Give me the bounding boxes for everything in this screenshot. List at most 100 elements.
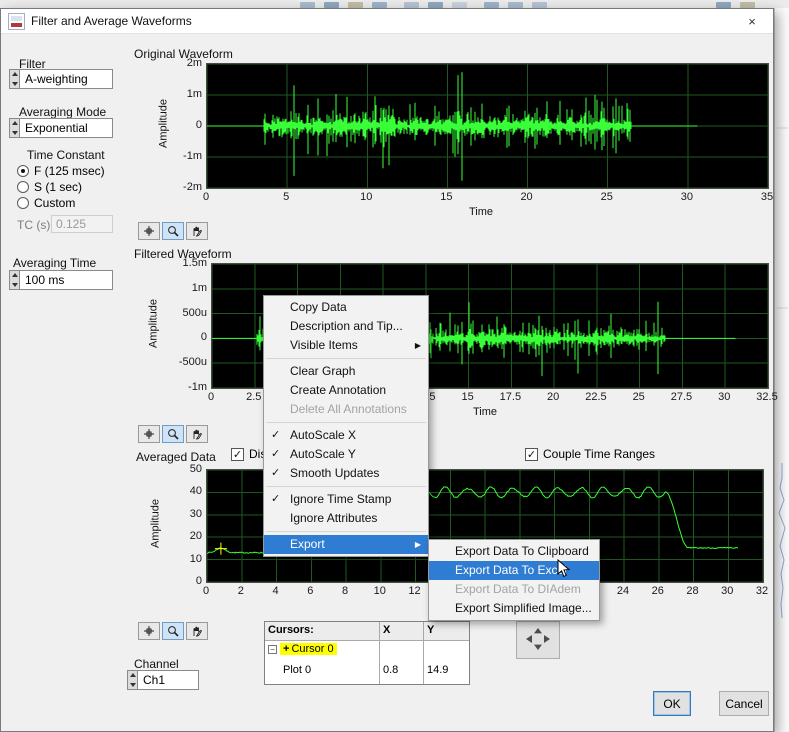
plot-name: Plot 0 [265, 662, 380, 684]
y-axis-tick-label: 0 [200, 331, 207, 344]
averaging-mode-value[interactable]: Exponential [20, 118, 113, 138]
y-axis-tick-label: 1m [191, 281, 207, 294]
x-axis-tick-label: 27.5 [670, 391, 693, 403]
y-axis-tick-label: 1.5m [182, 257, 207, 269]
radio-dot[interactable] [17, 164, 29, 177]
x-axis-tick-label: 0 [202, 191, 210, 203]
filter-value[interactable]: A-weighting [20, 69, 113, 89]
pan-tool-icon[interactable] [186, 425, 208, 443]
cursor-legend-header: Cursors: [265, 622, 380, 641]
menu-item-ignore-attributes[interactable]: Ignore Attributes [264, 509, 428, 528]
menu-item-copy-data[interactable]: Copy Data [264, 298, 428, 317]
menu-item-description-and-tip[interactable]: Description and Tip... [264, 317, 428, 336]
menu-item-autoscale-y[interactable]: ✓ AutoScale Y [264, 445, 428, 464]
pan-tool-icon[interactable] [186, 622, 208, 640]
menu-item-visible-items[interactable]: Visible Items ▶ [264, 336, 428, 355]
filter-dropdown[interactable]: A-weighting [9, 69, 113, 89]
menu-item-label: Export Simplified Image... [455, 601, 592, 615]
display-checkbox-box[interactable]: ✓ [231, 447, 244, 461]
y-axis-tick-label: 0 [195, 119, 202, 131]
zoom-tool-icon[interactable] [162, 622, 184, 640]
averaging-mode-label: Averaging Mode [19, 105, 107, 119]
menu-item-label: Export [290, 537, 325, 551]
averaging-time-spinner[interactable] [9, 270, 20, 290]
menu-item-smooth-updates[interactable]: ✓ Smooth Updates [264, 464, 428, 483]
graph3-toolbar [138, 622, 208, 640]
dialog-titlebar[interactable]: Filter and Average Waveforms × [1, 9, 773, 34]
y-axis-tick-label: 50 [189, 463, 202, 475]
x-axis-tick-label: 25 [600, 191, 613, 203]
background-waveform-fragment [777, 127, 788, 619]
background-window-strip [774, 8, 789, 732]
original-waveform-plot[interactable] [206, 63, 769, 189]
couple-checkbox-label: Couple Time Ranges [543, 447, 656, 461]
averaging-mode-spinner[interactable] [9, 118, 20, 138]
cursor-tool-icon[interactable] [138, 425, 160, 443]
radio-f-125-msec[interactable]: F (125 msec) [17, 163, 105, 178]
menu-item-export-data-to-clipboard[interactable]: Export Data To Clipboard [429, 542, 599, 561]
y-axis-tick-label: 30 [189, 507, 202, 520]
graph2-ylabel: Amplitude [147, 299, 160, 348]
graph-cursor-marker [214, 542, 227, 555]
radio-custom[interactable]: Custom [17, 195, 75, 210]
x-axis-tick-label: 17.5 [499, 391, 522, 403]
menu-item-clear-graph[interactable]: Clear Graph [264, 362, 428, 381]
checkmark-icon: ✓ [271, 429, 281, 441]
cursor-tool-icon[interactable] [138, 222, 160, 240]
zoom-tool-icon[interactable] [162, 222, 184, 240]
menu-item-ignore-time-stamp[interactable]: ✓ Ignore Time Stamp [264, 490, 428, 509]
channel-value[interactable]: Ch1 [138, 670, 199, 690]
zoom-tool-icon[interactable] [162, 425, 184, 443]
radio-dot[interactable] [17, 196, 29, 209]
averaging-time-value[interactable]: 100 ms [20, 270, 113, 290]
cursor-move-pad-button[interactable] [516, 621, 560, 659]
channel-label: Channel [134, 657, 179, 671]
graph1-toolbar [138, 222, 208, 240]
menu-item-delete-all-annotations: Delete All Annotations [264, 400, 428, 419]
graph2-toolbar [138, 425, 208, 443]
y-axis-tick-label: -500u [178, 356, 207, 369]
menu-item-export[interactable]: Export ▶ [264, 535, 428, 554]
y-axis-tick-label: 20 [189, 530, 202, 543]
menu-separator [266, 531, 426, 532]
couple-time-ranges-checkbox[interactable]: ✓ Couple Time Ranges [525, 447, 655, 461]
channel-dropdown[interactable]: Ch1 [127, 670, 199, 690]
menu-item-create-annotation[interactable]: Create Annotation [264, 381, 428, 400]
cursor-x-value: 0.8 [380, 662, 424, 684]
averaging-mode-dropdown[interactable]: Exponential [9, 118, 113, 138]
couple-checkbox-box[interactable]: ✓ [525, 447, 538, 461]
filter-and-average-waveforms-dialog: Filter and Average Waveforms × Filter A-… [0, 8, 778, 732]
radio-s-1-sec[interactable]: S (1 sec) [17, 179, 82, 194]
plot-row[interactable]: Plot 0 0.8 14.9 [265, 662, 469, 684]
cursor-name-highlight[interactable]: + Cursor 0 [280, 643, 337, 655]
cancel-button[interactable]: Cancel [719, 691, 769, 716]
x-axis-tick-label: 30 [680, 191, 693, 203]
export-submenu: Export Data To Clipboard Export Data To E… [428, 539, 600, 621]
close-icon[interactable]: × [731, 9, 773, 34]
channel-spinner[interactable] [127, 670, 138, 690]
menu-item-label: Export Data To DIAdem [455, 582, 581, 596]
radio-label: S (1 sec) [34, 179, 83, 194]
cursor-tool-icon[interactable] [138, 622, 160, 640]
y-axis-tick-label: 40 [189, 485, 202, 498]
menu-item-autoscale-x[interactable]: ✓ AutoScale X [264, 426, 428, 445]
filter-spinner[interactable] [9, 69, 20, 89]
menu-item-export-data-to-excel[interactable]: Export Data To Excel [429, 561, 599, 580]
app-icon [8, 13, 25, 30]
averaged-data-title: Averaged Data [136, 450, 216, 464]
graph3-ylabel: Amplitude [149, 499, 162, 548]
menu-item-label: Visible Items [290, 338, 358, 352]
x-axis-tick-label: 20 [520, 191, 533, 203]
diamond-nav-icon [526, 627, 550, 650]
cursor-row[interactable]: − + Cursor 0 [265, 641, 469, 662]
menu-item-label: Delete All Annotations [290, 402, 407, 416]
menu-item-export-simplified-image[interactable]: Export Simplified Image... [429, 599, 599, 618]
averaging-time-dropdown[interactable]: 100 ms [9, 270, 113, 290]
cursor-legend-x-header: X [380, 622, 424, 641]
ok-button[interactable]: OK [653, 691, 691, 716]
menu-item-label: Export Data To Excel [455, 563, 567, 577]
tree-collapse-icon[interactable]: − [268, 645, 277, 654]
x-axis-tick-label: 22.5 [585, 391, 607, 403]
radio-dot[interactable] [17, 180, 29, 193]
pan-tool-icon[interactable] [186, 222, 208, 240]
